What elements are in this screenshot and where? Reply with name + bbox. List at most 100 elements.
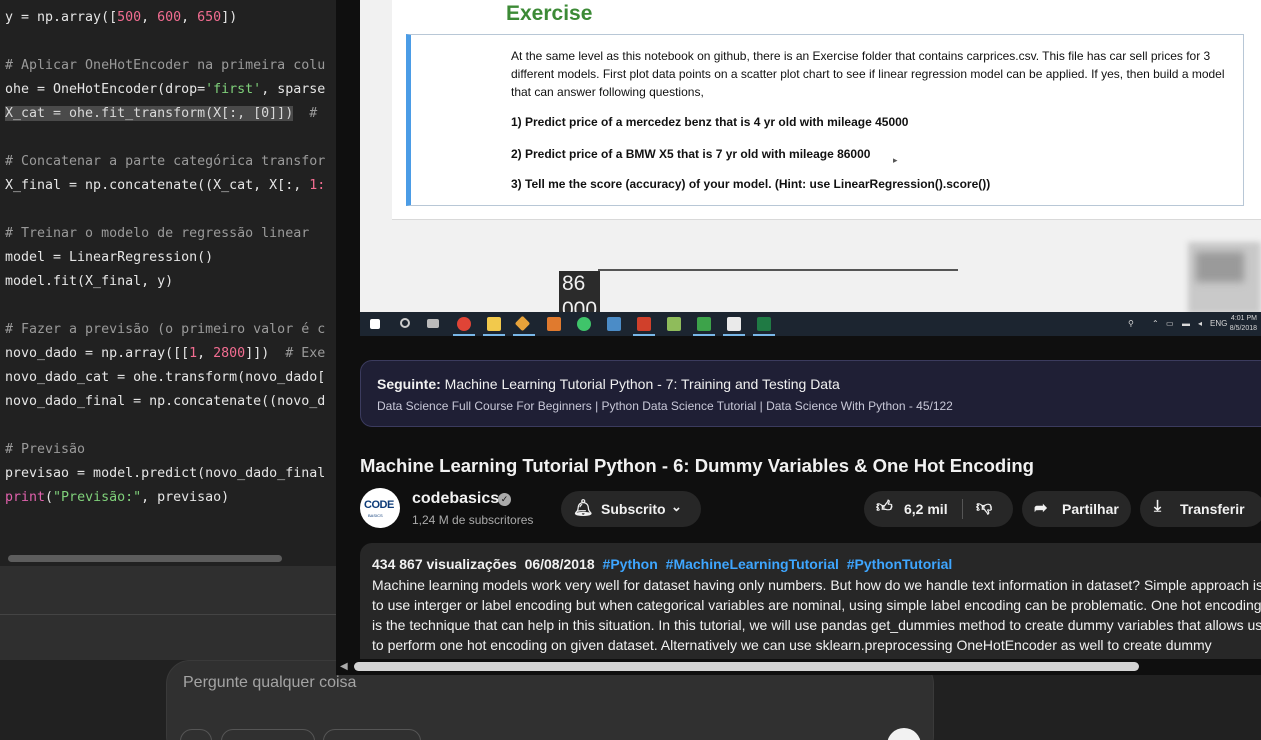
- hashtag-link[interactable]: #MachineLearningTutorial: [666, 556, 839, 572]
- code-token: # Exe: [285, 346, 326, 361]
- dislike-icon[interactable]: 👎︎: [976, 498, 992, 517]
- code-token: # Fazer a previsão (o primeiro valor é c: [5, 322, 326, 337]
- subscribe-button[interactable]: 🔔︎ Subscrito ⌄: [561, 491, 701, 527]
- hashtag-link[interactable]: #PythonTutorial: [847, 556, 953, 572]
- channel-avatar[interactable]: CODE BASICS: [360, 488, 400, 528]
- code-token: X_cat = ohe.fit_transform(X[:, [0]]): [5, 106, 294, 121]
- code-token: # Aplicar OneHotEncoder na primeira colu: [5, 58, 326, 73]
- code-line: model = LinearRegression(): [5, 246, 325, 270]
- output-area-lower: [0, 615, 340, 660]
- code-token: 650: [197, 10, 222, 25]
- app-green-icon: [577, 317, 591, 331]
- tray-network-icon: ▭: [1166, 319, 1174, 328]
- code-token: 2800: [213, 346, 246, 361]
- video-underline: [598, 269, 958, 271]
- description-box[interactable]: 434 867 visualizações 06/08/2018 #Python…: [360, 543, 1261, 675]
- taskbar-time: 4:01 PM: [1230, 315, 1257, 322]
- code-editor[interactable]: X = np.array([[0, 2800], [1, 3400], [0,y…: [0, 0, 340, 565]
- terminal-icon: [547, 317, 561, 331]
- code-token: novo_dado = np.array([[: [5, 346, 190, 361]
- pycharm-icon: [697, 317, 711, 331]
- chat-attach-button[interactable]: [180, 729, 212, 740]
- code-line: # Fazer a previsão (o primeiro valor é c: [5, 318, 325, 342]
- download-button[interactable]: ⤓ Transferir: [1140, 491, 1261, 527]
- youtube-window: Exercise At the same level as this noteb…: [336, 0, 1261, 675]
- code-token: ,: [221, 0, 237, 1]
- code-token: ,: [181, 10, 198, 25]
- code-token: 1: [189, 346, 198, 361]
- up-next-label: Seguinte:: [377, 376, 441, 392]
- up-next-card[interactable]: Seguinte: Machine Learning Tutorial Pyth…: [360, 360, 1261, 427]
- description-meta: 434 867 visualizações 06/08/2018 #Python…: [372, 556, 952, 572]
- scroll-left-arrow-icon[interactable]: ◀: [340, 661, 348, 672]
- slide-exercise-box: At the same level as this notebook on gi…: [406, 34, 1244, 206]
- code-token: ], [: [269, 0, 301, 1]
- tray-volume-icon: ◂: [1198, 319, 1203, 328]
- code-line: # Treinar o modelo de regressão linear: [5, 222, 325, 246]
- subscribe-label: Subscrito: [601, 501, 666, 517]
- taskbar-clock: 4:01 PM 8/5/2018: [1230, 314, 1257, 334]
- powerpoint-active-indicator: [633, 334, 655, 336]
- channel-name[interactable]: codebasics: [412, 490, 499, 508]
- code-line: novo_dado_final = np.concatenate((novo_d: [5, 390, 325, 414]
- code-token: 600: [157, 10, 182, 25]
- code-line: print("Previsão:", previsao): [5, 486, 325, 510]
- publish-date: 06/08/2018: [524, 556, 595, 572]
- tray-people-icon: ⚲: [1128, 319, 1134, 328]
- code-token: print: [5, 490, 46, 505]
- photos-icon: [607, 317, 621, 331]
- code-token: model.fit(X_final, y): [5, 274, 174, 289]
- code-token: 1:: [309, 178, 326, 193]
- video-title: Machine Learning Tutorial Python - 6: Du…: [360, 455, 1034, 476]
- code-token: , sparse: [261, 82, 326, 97]
- code-line: # Previsão: [5, 438, 325, 462]
- code-line: y = np.array([500, 600, 650]): [5, 6, 325, 30]
- code-token: , previsao): [141, 490, 230, 505]
- windows-start-icon: [370, 319, 380, 329]
- code-scrollbar-thumb[interactable]: [8, 555, 282, 562]
- code-token: X = np.array([[: [5, 0, 125, 1]
- up-next-playlist: Data Science Full Course For Beginners |…: [377, 399, 953, 413]
- video-player[interactable]: Exercise At the same level as this noteb…: [360, 0, 1261, 336]
- code-token: 'first': [205, 82, 262, 97]
- download-label: Transferir: [1180, 501, 1245, 517]
- like-dislike-group: 👍︎ 6,2 mil 👎︎: [864, 491, 1013, 527]
- code-token: ,: [309, 0, 317, 1]
- code-token: y = np.array([: [5, 10, 118, 25]
- code-token: "Previsão:": [53, 490, 142, 505]
- horizontal-scrollbar-thumb[interactable]: [354, 662, 1139, 671]
- like-icon[interactable]: 👍︎: [876, 498, 893, 517]
- code-token: ,: [197, 346, 214, 361]
- chat-tool-button[interactable]: [221, 729, 315, 740]
- webcam-thumbnail-detail: [1196, 252, 1244, 282]
- chat-input-placeholder[interactable]: Pergunte qualquer coisa: [183, 674, 356, 692]
- hashtag-link[interactable]: #Python: [603, 556, 658, 572]
- code-token: ]): [221, 10, 238, 25]
- tray-battery-icon: ▬: [1182, 319, 1190, 328]
- powerpoint-icon: [637, 317, 651, 331]
- chat-tool-button-2[interactable]: [323, 729, 421, 740]
- file-explorer-icon: [487, 317, 501, 331]
- bell-icon: 🔔︎: [573, 500, 594, 517]
- chevron-down-icon: ⌄: [671, 499, 682, 514]
- notepad-icon: [667, 317, 681, 331]
- share-label: Partilhar: [1062, 501, 1119, 517]
- excel-icon: [757, 317, 771, 331]
- mouse-cursor-icon: ▸: [893, 155, 898, 165]
- video-taskbar: ⚲ ⌃ ▭ ▬ ◂ ENG 4:01 PM 8/5/2018: [360, 312, 1261, 336]
- chrome-active-indicator: [453, 334, 475, 336]
- output-area: [0, 566, 340, 614]
- tray-language: ENG: [1210, 319, 1228, 328]
- caption-line-1: 86: [562, 272, 586, 295]
- share-button[interactable]: ➦ Partilhar: [1022, 491, 1131, 527]
- code-token: (: [45, 490, 54, 505]
- pycharm-active-indicator: [693, 334, 715, 336]
- code-token: ohe = OneHotEncoder(drop=: [5, 82, 206, 97]
- explorer-active-indicator: [483, 334, 505, 336]
- code-line: model.fit(X_final, y): [5, 270, 325, 294]
- view-count: 434 867 visualizações: [372, 556, 517, 572]
- slide-question-2: 2) Predict price of a BMW X5 that is 7 y…: [511, 147, 871, 161]
- code-line: X_final = np.concatenate((X_cat, X[:, 1:: [5, 174, 325, 198]
- like-count[interactable]: 6,2 mil: [904, 501, 948, 517]
